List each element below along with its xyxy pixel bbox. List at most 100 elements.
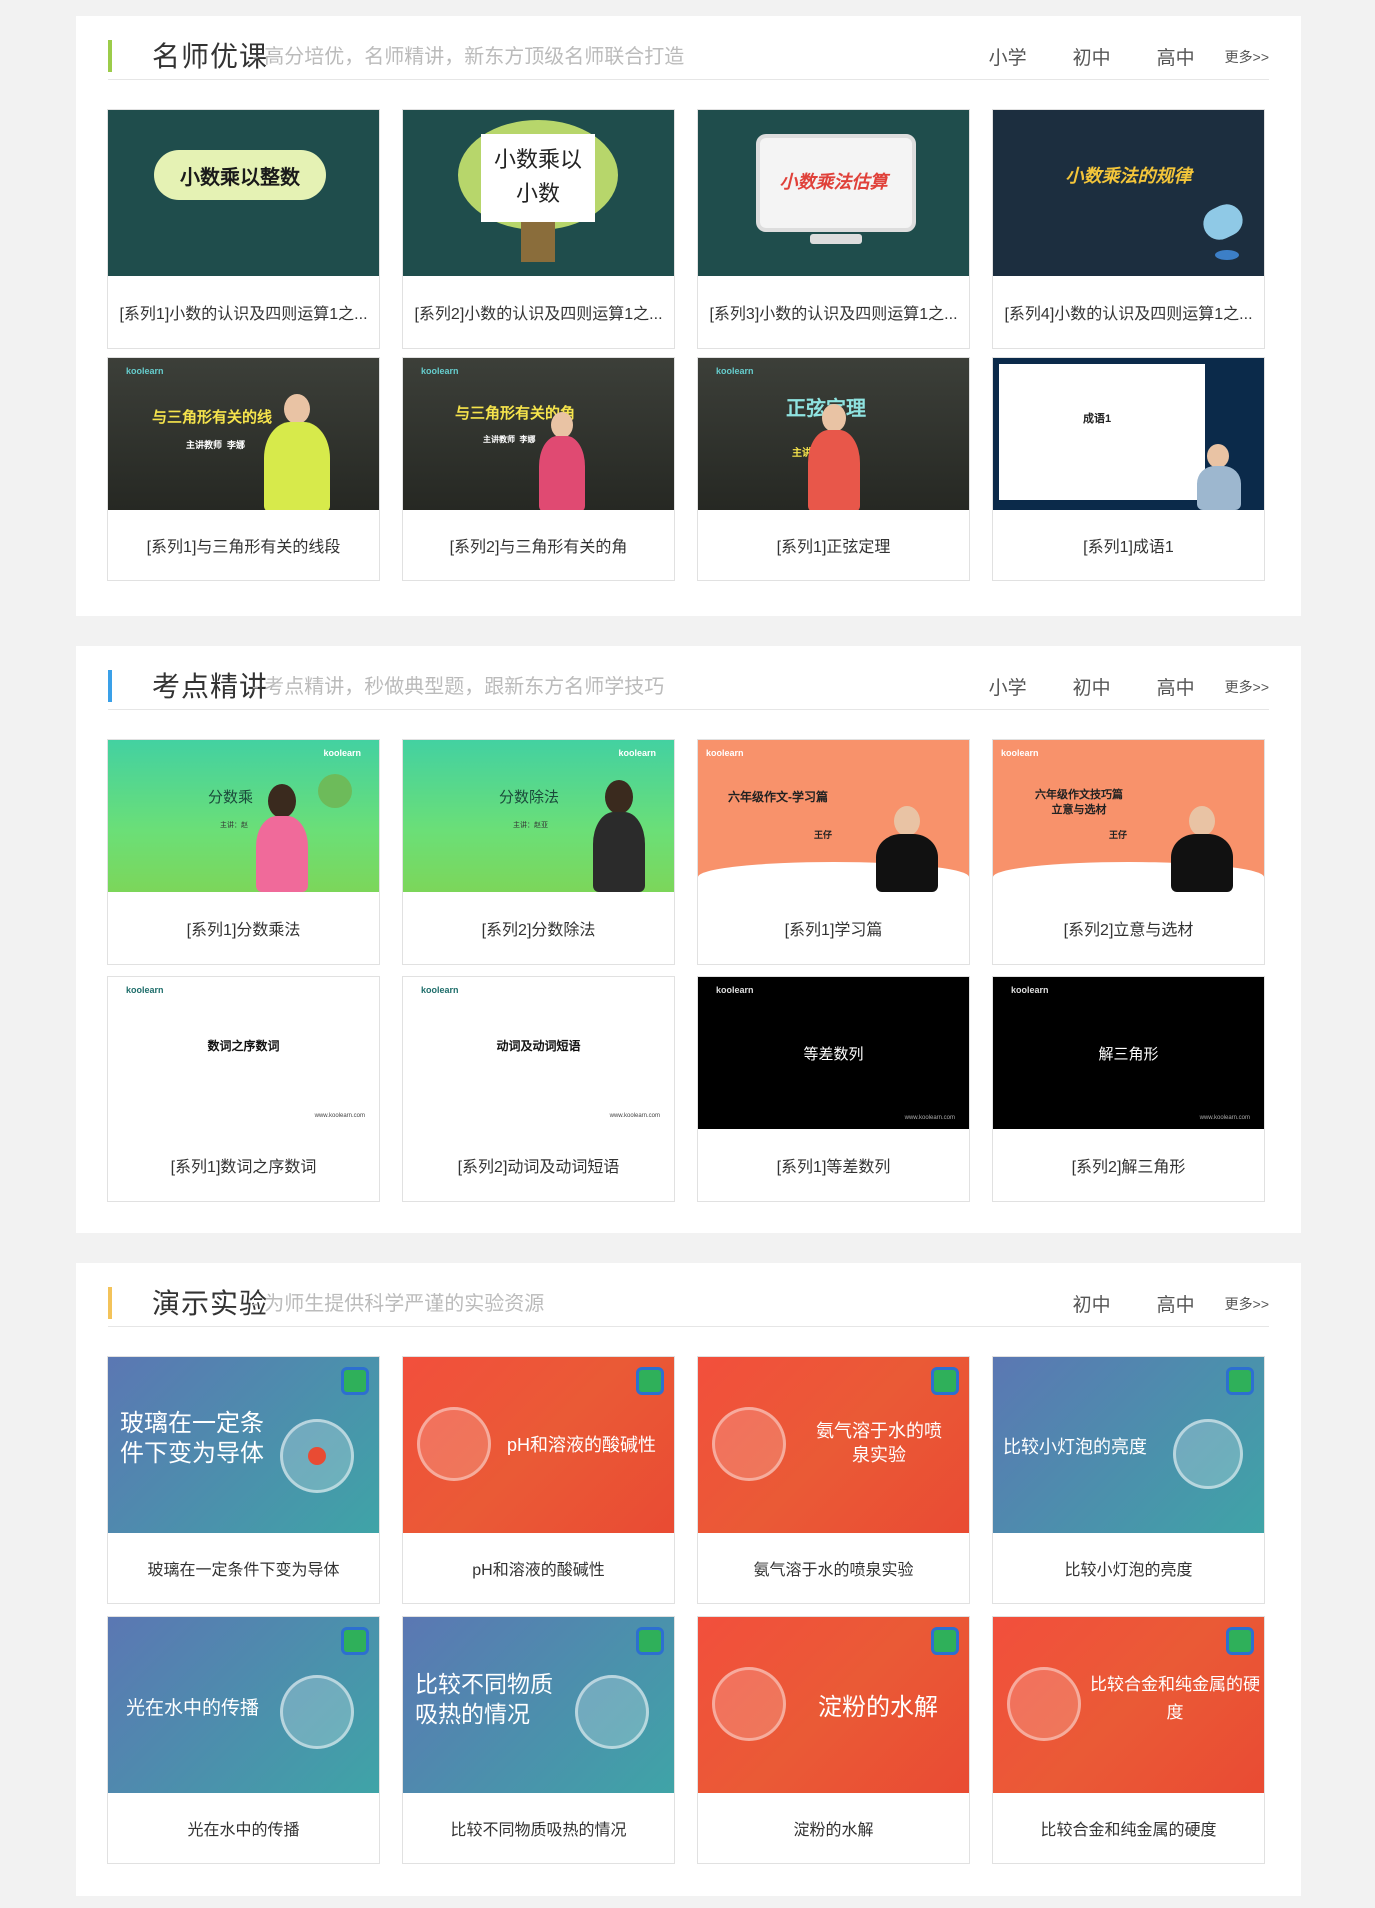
section-demo-experiments: 演示实验 - 为师生提供科学严谨的实验资源 初中 高中 更多>> 玻璃在一定条件… [76, 1263, 1301, 1896]
teacher-figure [808, 430, 860, 510]
thumbnail-text: 小数乘以小数 [481, 134, 595, 222]
experiment-card[interactable]: 光在水中的传播 光在水中的传播 [107, 1616, 380, 1864]
thumbnail-text: 比较小灯泡的亮度 [1003, 1437, 1147, 1457]
experiment-caption: 淀粉的水解 [793, 1822, 874, 1839]
nav-middle[interactable]: 初中 [1073, 673, 1111, 700]
tree-trunk [521, 222, 555, 262]
thumbnail-text: 与三角形有关的线 [152, 409, 273, 426]
more-link[interactable]: 更多>> [1225, 47, 1269, 67]
course-card[interactable]: koolearn 正弦定理 主讲 [系列1]正弦定理 [697, 357, 970, 581]
experiment-card[interactable]: 比较不同物质吸热的情况 比较不同物质吸热的情况 [402, 1616, 675, 1864]
koolearn-badge-icon [931, 1367, 959, 1395]
thumbnail-text: 六年级作文技巧篇 立意与选材 [1035, 789, 1123, 816]
thumbnail-text: 解三角形 [1098, 1046, 1159, 1063]
experiment-card[interactable]: 比较合金和纯金属的硬度 比较合金和纯金属的硬度 [992, 1616, 1265, 1864]
thumbnail-text: 光在水中的传播 [126, 1698, 260, 1719]
experiment-thumbnail: 比较小灯泡的亮度 [993, 1357, 1264, 1533]
course-caption: [系列1]正弦定理 [776, 539, 891, 556]
course-card[interactable]: koolearn 分数乘 主讲：赵 [系列1]分数乘法 [107, 739, 380, 965]
microscope-atom-icon [712, 1407, 786, 1481]
section-nav: 小学 初中 高中 更多>> [943, 673, 1269, 700]
course-card[interactable]: koolearn 分数除法 主讲：赵亚 [系列2]分数除法 [402, 739, 675, 965]
course-thumbnail: koolearn 数词之序数词 www.koolearn.com [108, 977, 379, 1129]
thumbnail-text: 玻璃在一定条件下变为导体 [120, 1410, 264, 1467]
course-card[interactable]: 小数乘以小数 [系列2]小数的认识及四则运算1之... [402, 109, 675, 349]
koolearn-logo: koolearn [126, 366, 164, 376]
thumbnail-text: 氨气溶于水的喷泉实验 [816, 1421, 942, 1465]
experiment-card[interactable]: 玻璃在一定条件下变为导体 玻璃在一定条件下变为导体 [107, 1356, 380, 1604]
experiment-thumbnail: 比较不同物质吸热的情况 [403, 1617, 674, 1793]
course-caption: [系列1]学习篇 [784, 922, 883, 939]
course-card[interactable]: koolearn 与三角形有关的线 主讲教师 李娜 [系列1]与三角形有关的线段 [107, 357, 380, 581]
section-title: 演示实验 [152, 1288, 269, 1319]
experiment-caption: 玻璃在一定条件下变为导体 [147, 1562, 340, 1579]
thumbnail-text: 六年级作文-学习篇 [728, 790, 828, 804]
site-url: www.koolearn.com [904, 1115, 955, 1121]
experiment-thumbnail: 淀粉的水解 [698, 1617, 969, 1793]
site-url: www.koolearn.com [609, 1113, 660, 1119]
teacher-figure [264, 422, 330, 510]
course-thumbnail: 成语1 [993, 358, 1264, 510]
experiment-caption: 比较小灯泡的亮度 [1064, 1562, 1193, 1579]
course-card[interactable]: koolearn 数词之序数词 www.koolearn.com [系列1]数词… [107, 976, 380, 1202]
microscope-atom-icon [712, 1667, 786, 1741]
nav-primary[interactable]: 小学 [989, 673, 1027, 700]
course-card[interactable]: koolearn 动词及动词短语 www.koolearn.com [系列2]动… [402, 976, 675, 1202]
course-thumbnail: koolearn 动词及动词短语 www.koolearn.com [403, 977, 674, 1129]
experiment-card[interactable]: 淀粉的水解 淀粉的水解 [697, 1616, 970, 1864]
experiment-caption: pH和溶液的酸碱性 [472, 1562, 605, 1579]
more-link[interactable]: 更多>> [1225, 677, 1269, 697]
course-card[interactable]: 小数乘法的规律 [系列4]小数的认识及四则运算1之... [992, 109, 1265, 349]
microscope-atom-icon [417, 1407, 491, 1481]
course-card[interactable]: koolearn 六年级作文-学习篇 王仔 [系列1]学习篇 [697, 739, 970, 965]
koolearn-logo: koolearn [716, 985, 754, 995]
teacher-figure [1197, 466, 1241, 510]
experiment-caption: 光在水中的传播 [187, 1822, 300, 1839]
koolearn-badge-icon [636, 1367, 664, 1395]
section-nav: 初中 高中 更多>> [1027, 1290, 1269, 1317]
course-card[interactable]: koolearn 等差数列 www.koolearn.com [系列1]等差数列 [697, 976, 970, 1202]
teacher-figure [1171, 834, 1233, 892]
koolearn-logo: koolearn [618, 748, 656, 758]
thumbnail-text: 分数乘 [208, 788, 254, 806]
course-card[interactable]: 小数乘法估算 [系列3]小数的认识及四则运算1之... [697, 109, 970, 349]
course-caption: [系列1]小数的认识及四则运算1之... [119, 306, 368, 323]
teacher-head [284, 394, 310, 424]
thumbnail-text: 淀粉的水解 [818, 1694, 938, 1721]
nav-high[interactable]: 高中 [1157, 1290, 1195, 1317]
course-thumbnail: koolearn 等差数列 www.koolearn.com [698, 977, 969, 1129]
nav-primary[interactable]: 小学 [989, 43, 1027, 70]
teacher-head [822, 404, 846, 432]
microphone-icon [1198, 199, 1248, 245]
course-card[interactable]: 小数乘以整数 [系列1]小数的认识及四则运算1之... [107, 109, 380, 349]
teacher-head [268, 784, 296, 818]
more-link[interactable]: 更多>> [1225, 1294, 1269, 1314]
experiment-card[interactable]: 氨气溶于水的喷泉实验 氨气溶于水的喷泉实验 [697, 1356, 970, 1604]
cartoon-character [318, 774, 352, 808]
nav-high[interactable]: 高中 [1157, 43, 1195, 70]
experiment-thumbnail: 比较合金和纯金属的硬度 [993, 1617, 1264, 1793]
teacher-figure [539, 436, 585, 510]
course-card[interactable]: 成语1 [系列1]成语1 [992, 357, 1265, 581]
microscope-atom-icon [1007, 1667, 1081, 1741]
nav-middle[interactable]: 初中 [1073, 43, 1111, 70]
course-card[interactable]: koolearn 解三角形 www.koolearn.com [系列2]解三角形 [992, 976, 1265, 1202]
experiment-card[interactable]: 比较小灯泡的亮度 比较小灯泡的亮度 [992, 1356, 1265, 1604]
nav-high[interactable]: 高中 [1157, 673, 1195, 700]
experiment-caption: 比较合金和纯金属的硬度 [1040, 1822, 1217, 1839]
course-caption: [系列1]成语1 [1083, 539, 1174, 556]
course-card[interactable]: koolearn 与三角形有关的角 主讲教师 李娜 [系列2]与三角形有关的角 [402, 357, 675, 581]
experiment-caption: 氨气溶于水的喷泉实验 [753, 1562, 914, 1579]
course-caption: [系列2]立意与选材 [1063, 922, 1194, 939]
section-header: 考点精讲 - 考点精讲，秒做典型题，跟新东方名师学技巧 小学 初中 高中 更多>… [108, 646, 1269, 710]
teacher-head [551, 412, 573, 438]
section-title: 考点精讲 [152, 671, 269, 702]
course-caption: [系列2]解三角形 [1071, 1159, 1186, 1176]
experiment-card[interactable]: pH和溶液的酸碱性 pH和溶液的酸碱性 [402, 1356, 675, 1604]
course-card[interactable]: koolearn 六年级作文技巧篇 立意与选材 王仔 [系列2]立意与选材 [992, 739, 1265, 965]
nav-middle[interactable]: 初中 [1073, 1290, 1111, 1317]
thumbnail-text: 等差数列 [803, 1046, 864, 1063]
course-thumbnail: koolearn 六年级作文技巧篇 立意与选材 王仔 [993, 740, 1264, 892]
koolearn-logo: koolearn [126, 985, 164, 995]
thumbnail-sub: 主讲：赵亚 [513, 822, 548, 829]
